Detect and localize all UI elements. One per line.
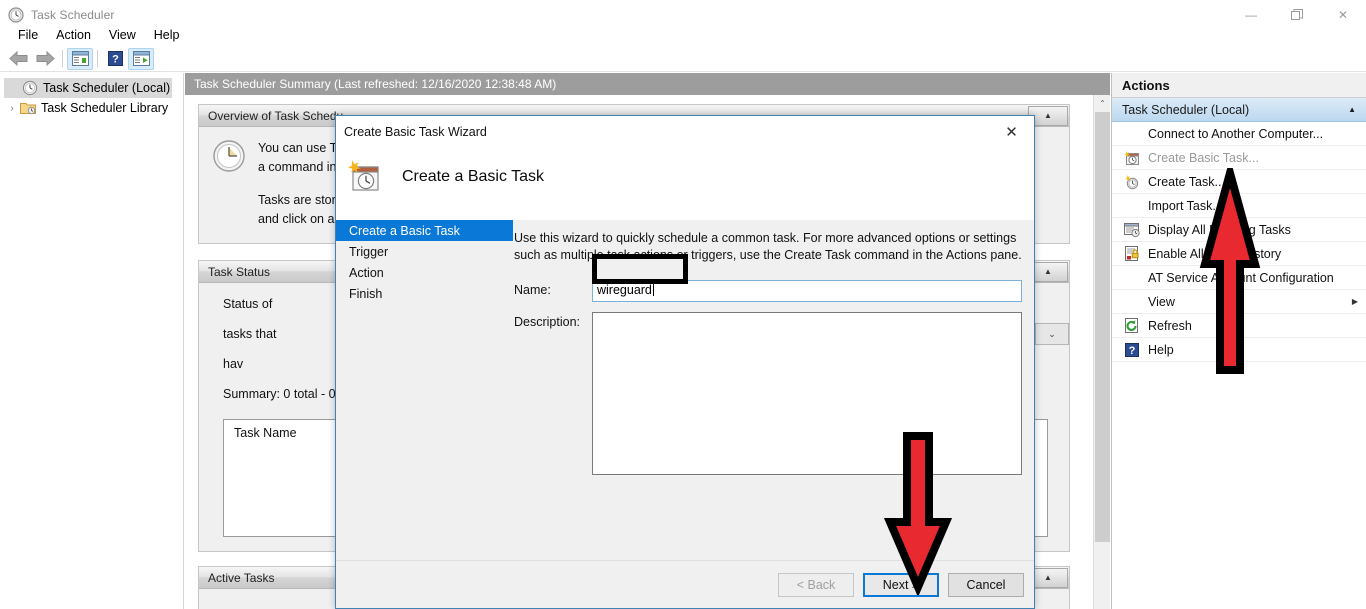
tree-item-label: Task Scheduler Library xyxy=(41,101,168,115)
create-basic-task-icon xyxy=(1124,150,1140,166)
section-title: Task Status xyxy=(208,265,270,279)
actions-pane-title: Actions xyxy=(1112,73,1366,98)
svg-text:?: ? xyxy=(112,54,119,66)
action-label: View xyxy=(1148,295,1175,309)
text-caret xyxy=(653,283,654,296)
svg-text:?: ? xyxy=(1129,345,1136,357)
summary-header: Task Scheduler Summary (Last refreshed: … xyxy=(185,73,1110,95)
dialog-banner-title: Create a Basic Task xyxy=(402,168,544,186)
action-label: Help xyxy=(1148,343,1174,357)
clock-large-icon xyxy=(212,139,246,229)
close-icon[interactable]: ✕ xyxy=(989,117,1034,148)
actions-group-label: Task Scheduler (Local) xyxy=(1122,103,1249,117)
name-label: Name: xyxy=(514,280,592,297)
wizard-step-action[interactable]: Action xyxy=(336,262,513,283)
wizard-description: Use this wizard to quickly schedule a co… xyxy=(514,230,1022,264)
section-title: Active Tasks xyxy=(208,571,274,585)
menu-action[interactable]: Action xyxy=(47,26,100,44)
annotation-arrow-down-to-next-button xyxy=(883,432,953,595)
back-button[interactable] xyxy=(6,48,32,70)
folder-clock-icon xyxy=(20,100,36,116)
chevron-right-icon[interactable]: › xyxy=(4,103,20,114)
menu-bar: File Action View Help xyxy=(0,24,1366,46)
create-basic-task-large-icon xyxy=(348,160,382,194)
action-connect-to-another-computer[interactable]: Connect to Another Computer... xyxy=(1112,122,1366,146)
name-field-row: Name: wireguard xyxy=(514,280,1022,302)
cancel-button[interactable]: Cancel xyxy=(948,573,1024,597)
menu-view[interactable]: View xyxy=(100,26,145,44)
summary-scrollbar[interactable]: ⌃ xyxy=(1093,95,1110,609)
menu-help[interactable]: Help xyxy=(145,26,189,44)
menu-file[interactable]: File xyxy=(9,26,47,44)
wizard-step-trigger[interactable]: Trigger xyxy=(336,241,513,262)
console-tree-pane: Task Scheduler (Local) › Task Scheduler … xyxy=(0,73,184,609)
tree-item-task-scheduler-local[interactable]: Task Scheduler (Local) xyxy=(4,78,172,98)
task-status-line: Status of tasks that hav xyxy=(199,289,290,379)
scroll-thumb[interactable] xyxy=(1095,112,1110,542)
action-pane-icon[interactable] xyxy=(128,48,154,70)
forward-button[interactable] xyxy=(32,48,58,70)
wizard-step-finish[interactable]: Finish xyxy=(336,283,513,304)
dialog-title-bar: Create Basic Task Wizard ✕ xyxy=(336,116,1034,148)
refresh-icon xyxy=(1124,318,1140,334)
toolbar-separator-2 xyxy=(97,50,98,67)
action-label: Connect to Another Computer... xyxy=(1148,127,1323,141)
console-tree-icon[interactable] xyxy=(67,48,93,70)
enable-history-icon xyxy=(1124,246,1140,262)
actions-group-header[interactable]: Task Scheduler (Local) ▲ xyxy=(1112,98,1366,122)
wizard-steps: Create a Basic Task Trigger Action Finis… xyxy=(336,220,514,570)
toolbar: ? xyxy=(0,46,1366,72)
annotation-name-field-highlight xyxy=(592,254,688,284)
clock-icon xyxy=(22,80,38,96)
question-mark-icon: ? xyxy=(1124,342,1140,358)
tree-item-label: Task Scheduler (Local) xyxy=(43,81,170,95)
display-running-tasks-icon xyxy=(1124,222,1140,238)
submenu-arrow-icon: ▶ xyxy=(1352,297,1358,306)
step-label: Action xyxy=(349,266,384,280)
annotation-arrow-up-to-create-basic-task xyxy=(1199,168,1261,376)
description-label: Description: xyxy=(514,312,592,329)
create-task-icon xyxy=(1124,174,1140,190)
action-label: Refresh xyxy=(1148,319,1192,333)
action-label: Create Basic Task... xyxy=(1148,151,1259,165)
name-input-value: wireguard xyxy=(597,283,652,297)
section-title: Overview of Task Schedu xyxy=(208,109,343,123)
back-button[interactable]: < Back xyxy=(778,573,854,597)
dialog-banner: Create a Basic Task xyxy=(336,148,1034,206)
scroll-up-button[interactable]: ⌃ xyxy=(1094,95,1111,112)
task-status-period-dropdown[interactable]: ⌄ xyxy=(1035,323,1069,345)
action-create-basic-task[interactable]: Create Basic Task... xyxy=(1112,146,1366,170)
collapse-button[interactable]: ▲ xyxy=(1348,105,1356,114)
question-mark-icon[interactable]: ? xyxy=(102,48,128,70)
step-label: Finish xyxy=(349,287,382,301)
wizard-step-create-a-basic-task[interactable]: Create a Basic Task xyxy=(336,220,513,241)
window-title: Task Scheduler xyxy=(31,8,114,22)
task-scheduler-window: Task Scheduler — ✕ File Action View Help xyxy=(0,0,1366,609)
tree-item-task-scheduler-library[interactable]: › Task Scheduler Library xyxy=(0,98,183,118)
dialog-title: Create Basic Task Wizard xyxy=(344,125,487,139)
step-label: Trigger xyxy=(349,245,388,259)
clock-icon xyxy=(8,7,24,23)
description-input[interactable] xyxy=(592,312,1022,475)
toolbar-separator-1 xyxy=(62,50,63,67)
step-label: Create a Basic Task xyxy=(349,224,460,238)
